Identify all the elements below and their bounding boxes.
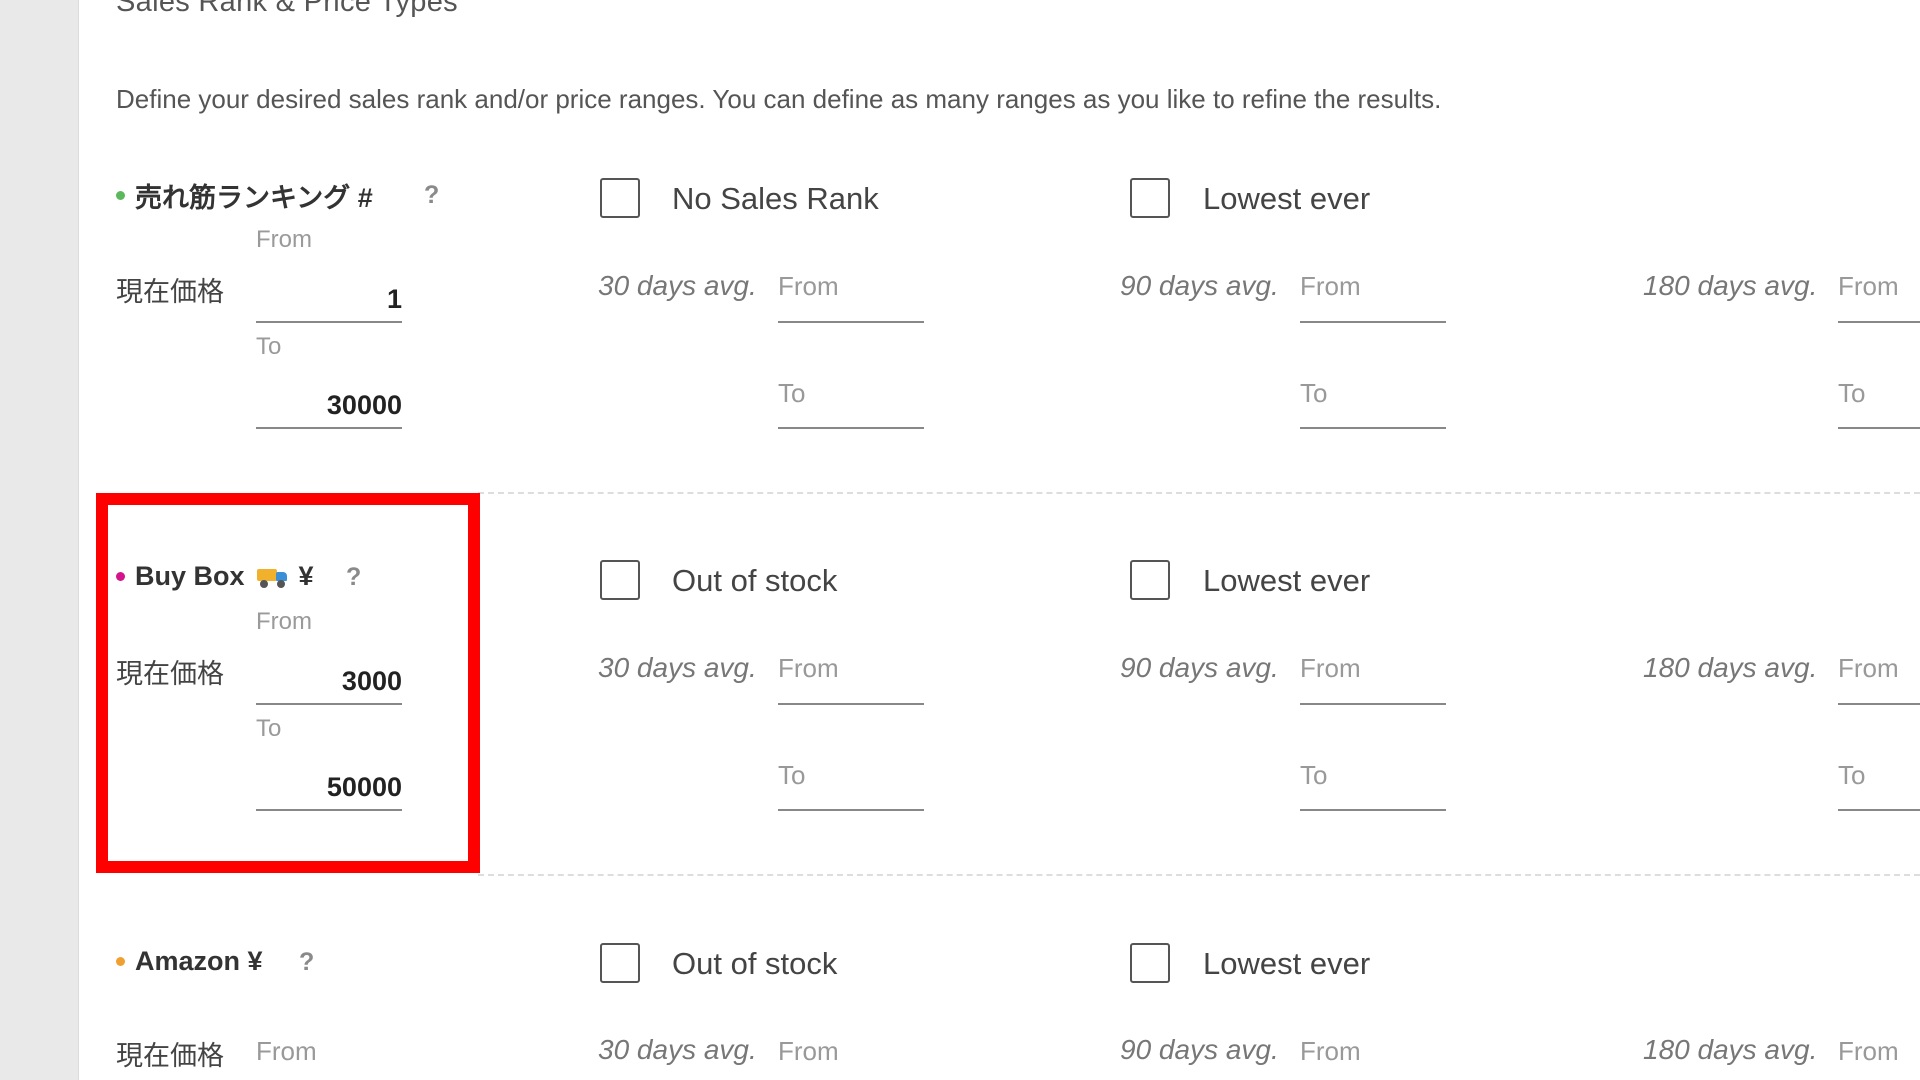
avg30-label: 30 days avg. (598, 270, 757, 301)
row-divider (478, 874, 1920, 876)
avg90-from-placeholder[interactable]: From (1300, 1036, 1361, 1067)
current-price-label: 現在価格 (116, 1041, 224, 1071)
avg180-label: 180 days avg. (1643, 1034, 1818, 1065)
current-from-input[interactable]: 3000 (256, 661, 402, 705)
avg30-label: 30 days avg. (598, 652, 757, 683)
avg90-to-input[interactable] (1300, 767, 1446, 811)
avg30-from-placeholder[interactable]: From (778, 1036, 839, 1067)
avg180-label: 180 days avg. (1643, 270, 1818, 301)
buy-box-dot-icon (116, 572, 125, 581)
avg180-from-placeholder[interactable]: From (1838, 1036, 1899, 1067)
section-description: Define your desired sales rank and/or pr… (116, 84, 1442, 114)
help-icon[interactable]: ? (346, 563, 361, 592)
out-of-stock-label: Out of stock (672, 563, 838, 598)
lowest-ever-label: Lowest ever (1203, 946, 1371, 981)
section-title: Sales Rank & Price Types (116, 0, 458, 18)
current-to-input[interactable]: 50000 (256, 767, 402, 811)
out-of-stock-checkbox[interactable] (600, 560, 640, 600)
current-from-placeholder[interactable]: From (256, 1036, 317, 1067)
avg90-label: 90 days avg. (1120, 1034, 1279, 1065)
avg180-from-input[interactable] (1838, 661, 1920, 705)
help-icon[interactable]: ? (299, 948, 314, 977)
current-from-label: From (256, 608, 312, 635)
avg90-to-input[interactable] (1300, 385, 1446, 429)
current-to-value: 30000 (326, 390, 402, 420)
row-divider (478, 492, 1920, 494)
current-to-label: To (256, 333, 282, 360)
lowest-ever-checkbox[interactable] (1130, 943, 1170, 983)
avg30-from-input[interactable] (778, 661, 924, 705)
avg30-to-input[interactable] (778, 385, 924, 429)
row-amazon-label: Amazon ¥ (116, 946, 263, 977)
current-from-value: 3000 (341, 666, 402, 696)
avg30-from-input[interactable] (778, 279, 924, 323)
current-from-input[interactable]: 1 (256, 279, 402, 323)
avg180-from-input[interactable] (1838, 279, 1920, 323)
amazon-label-text: Amazon ¥ (135, 946, 263, 976)
row-buy-box-label: Buy Box ¥ (116, 561, 314, 592)
lowest-ever-checkbox[interactable] (1130, 560, 1170, 600)
avg180-to-input[interactable] (1838, 385, 1920, 429)
buy-box-label-text: Buy Box (135, 561, 245, 591)
out-of-stock-checkbox[interactable] (600, 943, 640, 983)
current-price-label: 現在価格 (116, 659, 224, 689)
amazon-dot-icon (116, 957, 125, 966)
avg30-label: 30 days avg. (598, 1034, 757, 1065)
lowest-ever-label: Lowest ever (1203, 563, 1371, 598)
current-to-label: To (256, 715, 282, 742)
avg90-from-input[interactable] (1300, 661, 1446, 705)
lowest-ever-checkbox[interactable] (1130, 178, 1170, 218)
avg180-to-input[interactable] (1838, 767, 1920, 811)
avg90-label: 90 days avg. (1120, 270, 1279, 301)
no-sales-rank-checkbox[interactable] (600, 178, 640, 218)
current-from-value: 1 (386, 284, 402, 314)
current-to-input[interactable]: 30000 (256, 385, 402, 429)
row-sales-rank-label: 売れ筋ランキング # (116, 176, 373, 215)
avg180-label: 180 days avg. (1643, 652, 1818, 683)
current-to-value: 50000 (326, 772, 402, 802)
out-of-stock-label: Out of stock (672, 946, 838, 981)
lowest-ever-label: Lowest ever (1203, 181, 1371, 216)
no-sales-rank-label: No Sales Rank (672, 181, 879, 216)
help-icon[interactable]: ? (424, 181, 439, 210)
sales-rank-dot-icon (116, 191, 125, 200)
avg90-label: 90 days avg. (1120, 652, 1279, 683)
buy-box-currency: ¥ (298, 561, 314, 591)
current-price-label: 現在価格 (116, 277, 224, 307)
avg90-from-input[interactable] (1300, 279, 1446, 323)
sales-rank-label-text: 売れ筋ランキング # (135, 183, 373, 213)
truck-icon (256, 566, 289, 588)
current-from-label: From (256, 226, 312, 253)
avg30-to-input[interactable] (778, 767, 924, 811)
